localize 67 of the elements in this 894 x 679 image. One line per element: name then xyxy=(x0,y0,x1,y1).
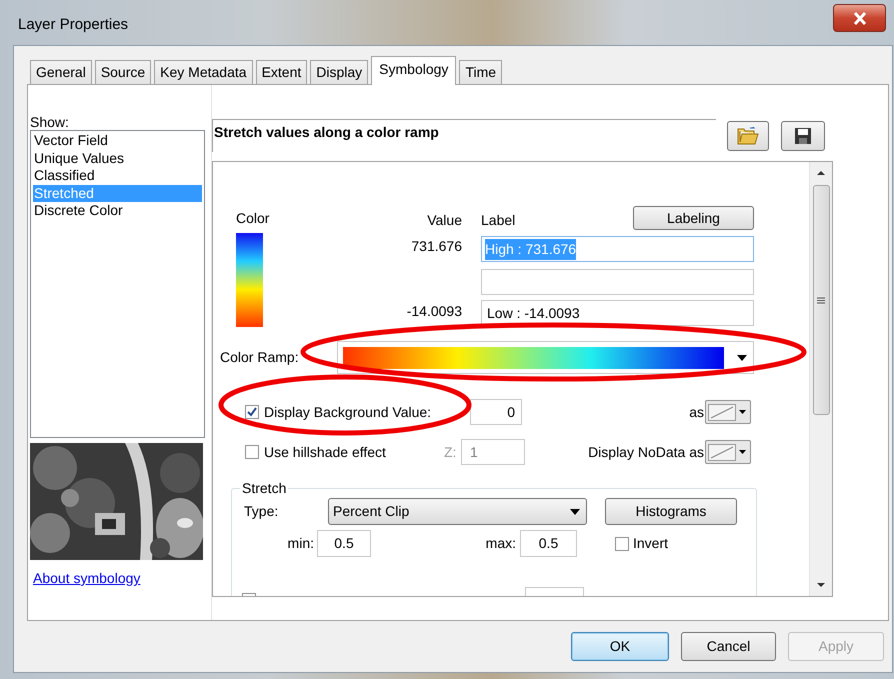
color-header: Color xyxy=(236,210,270,226)
checkbox[interactable] xyxy=(245,405,259,419)
low-value: -14.0093 xyxy=(406,303,462,319)
folder-icon xyxy=(737,127,759,145)
dialog-button[interactable]: Cancel xyxy=(681,632,776,661)
save-button[interactable] xyxy=(781,121,825,151)
min-field[interactable]: 0.5 xyxy=(317,530,371,557)
value-header: Value xyxy=(427,212,462,228)
checkbox[interactable] xyxy=(615,536,629,550)
tab[interactable]: Time xyxy=(459,60,502,84)
max-label: max: xyxy=(486,535,516,551)
dropdown-caret-icon xyxy=(570,508,580,514)
symbol-picker[interactable] xyxy=(705,400,751,424)
description-box: Stretch values along a color ramp xyxy=(212,119,716,152)
line-symbol-icon xyxy=(708,444,736,460)
tab[interactable]: Source xyxy=(94,60,152,84)
labeling-button[interactable]: Labeling xyxy=(633,206,754,230)
dialog-button[interactable]: OK xyxy=(571,632,669,661)
close-icon xyxy=(852,12,866,24)
tab[interactable]: Extent xyxy=(256,60,308,84)
color-ramp-dropdown[interactable] xyxy=(337,341,754,374)
vertical-scrollbar[interactable] xyxy=(809,162,832,596)
background-value-field[interactable]: 0 xyxy=(470,399,522,425)
list-item[interactable]: Classified xyxy=(33,167,202,184)
as-label: as xyxy=(689,402,704,422)
scrollbar-thumb[interactable] xyxy=(812,185,830,415)
label-field[interactable] xyxy=(481,269,754,295)
grip-icon xyxy=(817,296,825,304)
tab[interactable]: Display xyxy=(310,60,368,84)
scroll-up-icon xyxy=(817,171,825,175)
type-dropdown[interactable]: Percent Clip xyxy=(328,498,587,525)
invert-label: Invert xyxy=(633,534,668,553)
z-factor-field[interactable]: 1 xyxy=(461,439,525,465)
color-ramp-label: Color Ramp: xyxy=(220,348,300,367)
min-label: min: xyxy=(288,535,314,551)
hillshade-label: Use hillshade effect xyxy=(264,442,387,462)
window-title: Layer Properties xyxy=(17,15,128,35)
type-label: Type: xyxy=(244,502,280,521)
dropdown-caret-icon xyxy=(739,410,746,414)
z-label: Z: xyxy=(444,442,458,462)
show-label: Show: xyxy=(30,115,70,129)
tab[interactable]: General xyxy=(30,60,92,84)
label-text: High : 731.676 xyxy=(485,238,576,260)
nodata-label: Display NoData as xyxy=(588,442,704,462)
close-button[interactable] xyxy=(833,4,886,32)
histograms-button[interactable]: Histograms xyxy=(605,498,737,525)
label-field[interactable]: Low : -14.0093 xyxy=(481,300,754,326)
list-item[interactable]: Unique Values xyxy=(33,150,202,167)
open-button[interactable] xyxy=(727,121,769,151)
scroll-down-icon xyxy=(817,583,825,587)
list-item[interactable]: Discrete Color xyxy=(33,202,202,220)
dropdown-caret-icon xyxy=(739,450,746,454)
label-text: Low : -14.0093 xyxy=(487,304,580,322)
about-symbology-link[interactable]: About symbology xyxy=(33,568,211,589)
symbol-picker[interactable] xyxy=(705,440,751,464)
background-value-label: Display Background Value: xyxy=(264,402,432,422)
dropdown-caret-icon xyxy=(737,354,747,360)
high-value: 731.676 xyxy=(411,238,462,254)
label-header: Label xyxy=(481,211,516,230)
tab[interactable]: Symbology xyxy=(371,56,456,85)
tab[interactable]: Key Metadata xyxy=(154,60,253,84)
max-field[interactable]: 0.5 xyxy=(520,530,577,557)
list-item[interactable]: Vector Field xyxy=(33,132,202,150)
type-value: Percent Clip xyxy=(333,502,410,521)
line-symbol-icon xyxy=(708,404,736,420)
checkbox[interactable] xyxy=(245,445,259,459)
save-icon xyxy=(794,127,812,145)
